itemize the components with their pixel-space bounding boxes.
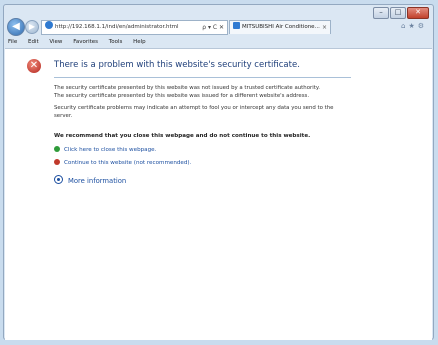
navigation-bar: ◀ ▶ http://192.168.1.1/indi/en/administr… [4,17,433,37]
green-check-icon [54,146,60,152]
browser-window: – □ ✕ ◀ ▶ http://192.168.1.1/indi/en/adm… [3,4,434,340]
tab-close-button[interactable]: × [322,21,327,34]
menu-help[interactable]: Help [133,39,146,45]
continue-to-website-link[interactable]: Continue to this website (not recommende… [54,159,191,166]
back-button[interactable]: ◀ [7,18,25,36]
screen: – □ ✕ ◀ ▶ http://192.168.1.1/indi/en/adm… [0,0,438,345]
tab-favicon-icon [233,22,240,29]
menu-bar: File Edit View Favorites Tools Help [4,38,433,47]
forward-arrow-icon: ▶ [28,22,36,31]
expand-circle-icon [54,175,63,184]
red-shield-icon [54,159,60,165]
menu-view[interactable]: View [49,39,62,45]
menu-tools[interactable]: Tools [109,39,123,45]
page-title: There is a problem with this website's s… [54,60,300,70]
certificate-issue-paragraph: The security certificate presented by th… [54,85,354,100]
back-arrow-icon: ◀ [12,21,20,32]
menu-favorites[interactable]: Favorites [73,39,98,45]
close-webpage-link[interactable]: Click here to close this webpage. [54,146,156,153]
settings-gear-icon[interactable]: ⚙ [418,22,427,30]
more-info-label: More information [68,177,127,185]
address-text: http://192.168.1.1/indi/en/administrator… [55,24,179,30]
tab-mitsubishi[interactable]: MITSUBISHI Air Conditione... × [229,20,331,34]
continue-link-label: Continue to this website (not recommende… [64,160,192,166]
favorites-star-icon[interactable]: ★ [408,22,417,30]
forward-button[interactable]: ▶ [25,20,39,34]
para2-line1: Security certificate problems may indica… [54,105,334,111]
page-content: ✕ There is a problem with this website's… [5,48,432,340]
menu-edit[interactable]: Edit [28,39,39,45]
title-divider [54,77,351,78]
more-information-toggle[interactable]: More information [54,175,126,185]
risk-paragraph: Security certificate problems may indica… [54,105,354,120]
ie-page-icon [45,21,53,29]
para1-line2: The security certificate presented by th… [54,92,310,99]
tab-title: MITSUBISHI Air Conditione... [242,24,320,30]
para2-line2: server. [54,112,73,119]
toolbar-icons: ⌂★⚙ [401,22,427,30]
menu-file[interactable]: File [8,39,17,45]
address-controls[interactable]: ⍴ ▾ C ✕ [202,21,224,34]
security-shield-icon: ✕ [27,59,41,73]
close-link-label: Click here to close this webpage. [64,147,157,153]
recommendation-text: We recommend that you close this webpage… [54,133,311,139]
para1-line1: The security certificate presented by th… [54,85,320,91]
address-bar[interactable]: http://192.168.1.1/indi/en/administrator… [41,20,228,35]
